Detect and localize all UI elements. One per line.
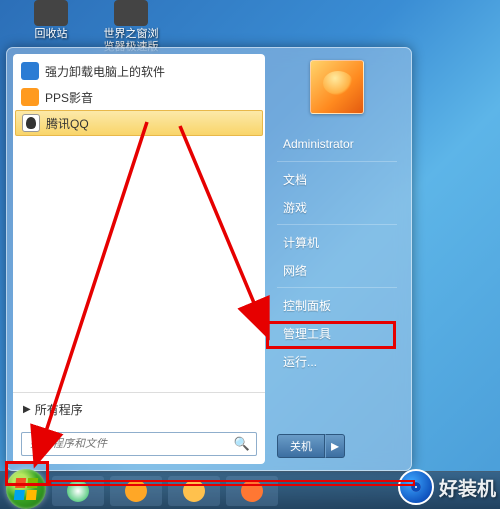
taskbar-item[interactable]	[226, 476, 278, 506]
app-icon	[67, 480, 89, 502]
program-label: 强力卸载电脑上的软件	[45, 63, 165, 80]
program-label: PPS影音	[45, 89, 93, 106]
start-button[interactable]	[6, 469, 46, 509]
right-item-network[interactable]: 网络	[277, 256, 397, 284]
separator	[277, 161, 397, 162]
shutdown-options-button[interactable]: ▸	[325, 434, 345, 458]
program-list: 强力卸载电脑上的软件 PPS影音 腾讯QQ	[13, 54, 265, 392]
taskbar-item[interactable]	[168, 476, 220, 506]
pps-icon	[21, 88, 39, 106]
watermark: 好装机	[398, 469, 496, 505]
user-name[interactable]: Administrator	[277, 130, 397, 158]
program-item-qq[interactable]: 腾讯QQ	[15, 110, 263, 136]
watermark-text: 好装机	[439, 474, 496, 501]
program-label: 腾讯QQ	[46, 115, 89, 132]
right-item-control-panel[interactable]: 控制面板	[277, 291, 397, 319]
avatar-wrap	[277, 60, 397, 124]
user-avatar[interactable]	[310, 60, 364, 114]
shutdown-button[interactable]: 关机	[277, 434, 325, 458]
right-item-run[interactable]: 运行...	[277, 347, 397, 375]
all-programs-label: 所有程序	[35, 401, 83, 418]
desktop-icon-label: 回收站	[35, 28, 68, 41]
recycle-bin-icon	[34, 0, 68, 26]
shutdown-row: 关机 ▸	[277, 434, 397, 458]
right-item-documents[interactable]: 文档	[277, 165, 397, 193]
all-programs[interactable]: ▶ 所有程序	[13, 392, 265, 426]
separator	[277, 287, 397, 288]
qq-icon	[22, 114, 40, 132]
search-input[interactable]	[30, 438, 234, 450]
search-row: 🔍	[13, 426, 265, 464]
watermark-icon	[398, 469, 434, 505]
app-icon	[241, 480, 263, 502]
start-menu-left: 强力卸载电脑上的软件 PPS影音 腾讯QQ ▶ 所有程序 🔍	[13, 54, 265, 464]
program-item-pps[interactable]: PPS影音	[15, 84, 263, 110]
separator	[277, 224, 397, 225]
search-box[interactable]: 🔍	[21, 432, 257, 456]
start-menu: 强力卸载电脑上的软件 PPS影音 腾讯QQ ▶ 所有程序 🔍 Adm	[6, 47, 412, 471]
taskbar-item[interactable]	[52, 476, 104, 506]
chevron-right-icon: ▶	[23, 404, 31, 415]
taskbar-item[interactable]	[110, 476, 162, 506]
right-item-computer[interactable]: 计算机	[277, 228, 397, 256]
right-item-games[interactable]: 游戏	[277, 193, 397, 221]
right-item-admin-tools[interactable]: 管理工具	[277, 319, 397, 347]
browser-icon	[114, 0, 148, 26]
search-icon[interactable]: 🔍	[234, 436, 250, 452]
uninstall-icon	[21, 62, 39, 80]
app-icon	[183, 480, 205, 502]
start-menu-right: Administrator 文档 游戏 计算机 网络 控制面板 管理工具 运行.…	[265, 54, 405, 464]
program-item-uninstall[interactable]: 强力卸载电脑上的软件	[15, 58, 263, 84]
app-icon	[125, 480, 147, 502]
